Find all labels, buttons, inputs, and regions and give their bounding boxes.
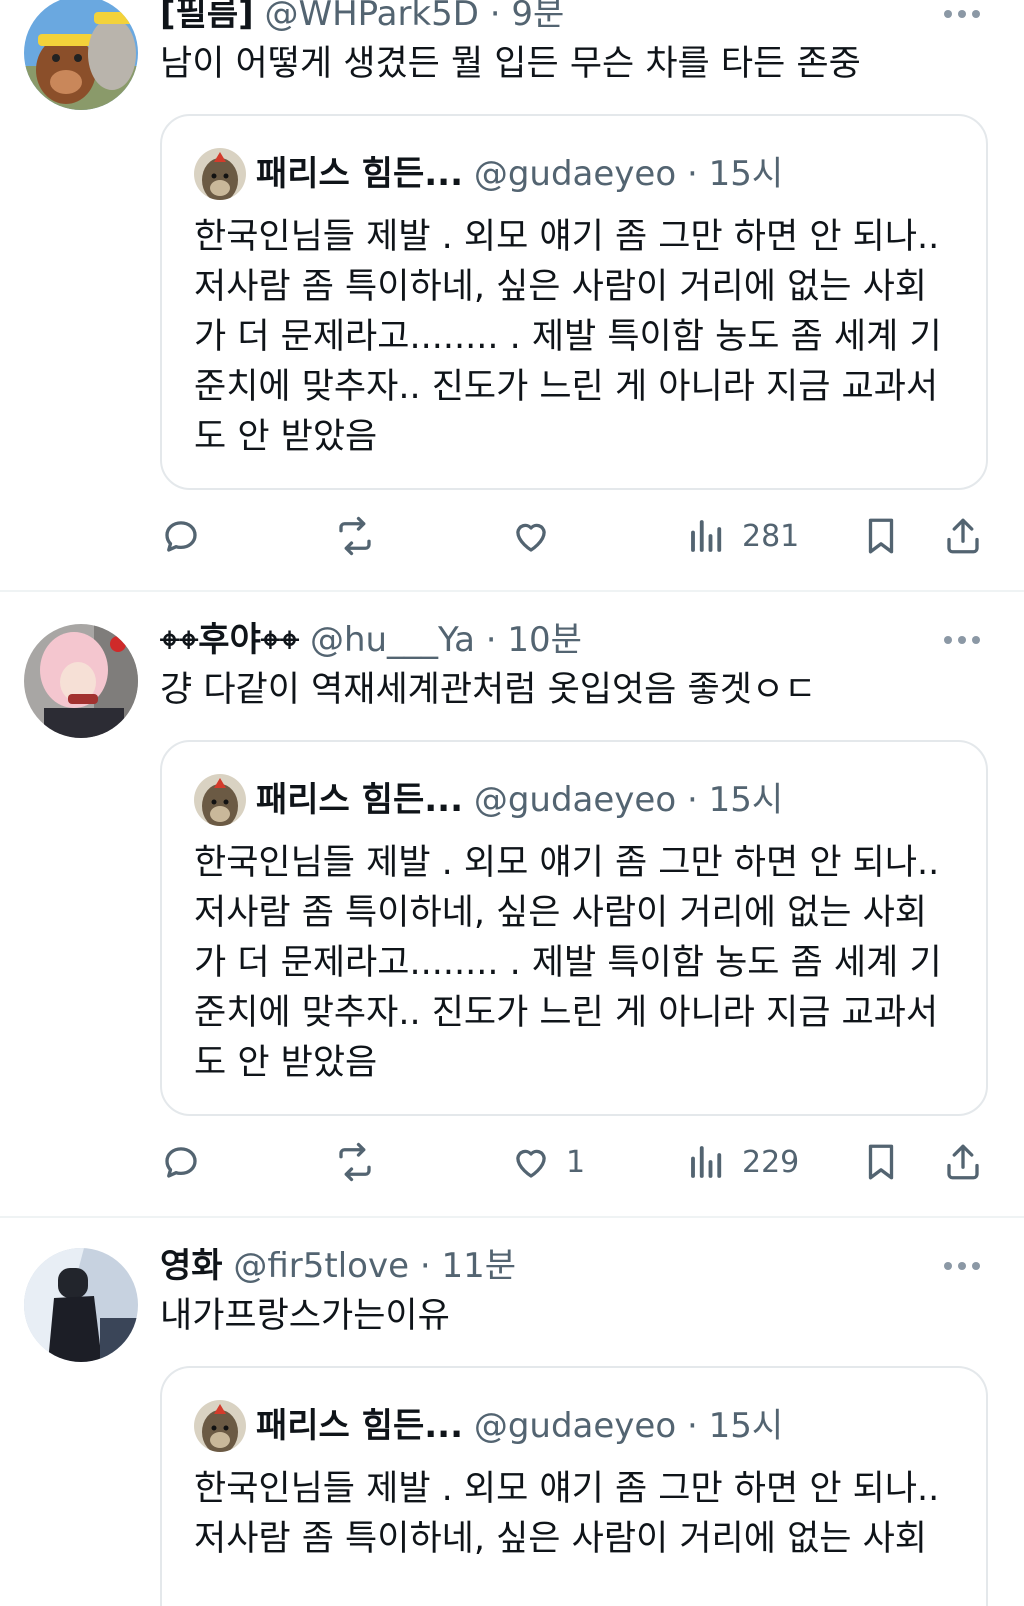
quoted-timestamp: 15시 bbox=[708, 780, 784, 820]
repost-icon bbox=[339, 1142, 371, 1182]
quoted-avatar bbox=[194, 148, 246, 200]
avatar[interactable] bbox=[24, 1248, 138, 1362]
quoted-avatar bbox=[194, 1400, 246, 1452]
quoted-text-line: 한국인님들 제발 . 외모 얘기 좀 그만 하면 안 되나.. bbox=[194, 843, 940, 883]
tweet-header: ⌖⌖후야⌖⌖ @hu___Ya · 10분 bbox=[160, 620, 944, 660]
user-handle[interactable]: @hu___Ya bbox=[310, 620, 475, 660]
views-icon bbox=[691, 1146, 722, 1178]
views-button[interactable]: 229 bbox=[686, 1132, 799, 1192]
share-button[interactable] bbox=[942, 506, 984, 566]
like-button[interactable]: 1 bbox=[510, 1132, 585, 1192]
more-dots-icon[interactable] bbox=[942, 630, 982, 650]
views-button[interactable]: 281 bbox=[686, 506, 799, 566]
reply-button[interactable] bbox=[160, 506, 216, 566]
display-name[interactable]: ⌖⌖후야⌖⌖ bbox=[160, 620, 299, 660]
separator: · bbox=[686, 154, 698, 194]
quoted-display-name: 패리스 힘든... bbox=[256, 780, 463, 820]
tweet-text: 남이 어떻게 생겼든 뭘 입든 무슨 차를 타든 존중 bbox=[160, 44, 861, 84]
reply-icon bbox=[165, 521, 197, 552]
quoted-header: 패리스 힘든... @gudaeyeo · 15시 bbox=[256, 778, 783, 822]
quoted-text-line: 가 더 문제라고........ . 제발 특이함 농도 좀 세계 기 bbox=[194, 943, 942, 983]
tweet[interactable]: 영화 @fir5tlove · 11분 내가프랑스가는이유 패리스 힘든... … bbox=[0, 1218, 1024, 1606]
quoted-text-line: 저사람 좀 특이하네, 싶은 사람이 거리에 없는 사회 bbox=[194, 893, 928, 933]
timestamp[interactable]: 10분 bbox=[507, 620, 582, 660]
avatar[interactable] bbox=[24, 0, 138, 110]
views-icon bbox=[691, 520, 722, 552]
separator: · bbox=[485, 620, 497, 660]
bookmark-button[interactable] bbox=[860, 506, 902, 566]
share-icon bbox=[947, 518, 979, 554]
share-icon bbox=[947, 1144, 979, 1180]
separator: · bbox=[686, 780, 698, 820]
avatar[interactable] bbox=[24, 624, 138, 738]
quoted-text-line: 저사람 좀 특이하네, 싶은 사람이 거리에 없는 사회 bbox=[194, 267, 928, 307]
quoted-text-line: 준치에 맞추자.. 진도가 느린 게 아니라 지금 교과서 bbox=[194, 993, 939, 1033]
quoted-timestamp: 15시 bbox=[708, 154, 784, 194]
repost-button[interactable] bbox=[334, 506, 390, 566]
timestamp[interactable]: 9분 bbox=[511, 0, 564, 34]
quoted-handle: @gudaeyeo bbox=[473, 1406, 677, 1446]
more-dots-icon[interactable] bbox=[942, 4, 982, 24]
quoted-display-name: 패리스 힘든... bbox=[256, 154, 463, 194]
separator: · bbox=[686, 1406, 698, 1446]
quoted-display-name: 패리스 힘든... bbox=[256, 1406, 463, 1446]
quoted-handle: @gudaeyeo bbox=[473, 154, 677, 194]
quoted-tweet[interactable]: 패리스 힘든... @gudaeyeo · 15시 한국인님들 제발 . 외모 … bbox=[160, 740, 988, 1116]
display-name[interactable]: [필름] bbox=[160, 0, 254, 34]
repost-button[interactable] bbox=[334, 1132, 390, 1192]
quoted-avatar bbox=[194, 774, 246, 826]
repost-icon bbox=[339, 516, 371, 556]
quoted-header: 패리스 힘든... @gudaeyeo · 15시 bbox=[256, 152, 783, 196]
reply-icon bbox=[165, 1147, 197, 1178]
quoted-text-line: 도 안 받았음 bbox=[194, 1043, 378, 1083]
quoted-tweet[interactable]: 패리스 힘든... @gudaeyeo · 15시 한국인님들 제발 . 외모 … bbox=[160, 114, 988, 490]
separator: · bbox=[489, 0, 501, 34]
display-name[interactable]: 영화 bbox=[160, 1246, 223, 1286]
quoted-handle: @gudaeyeo bbox=[473, 780, 677, 820]
like-count: 1 bbox=[566, 1144, 586, 1180]
bookmark-button[interactable] bbox=[860, 1132, 902, 1192]
tweet-header: [필름] @WHPark5D · 9분 bbox=[160, 0, 944, 34]
tweet-header: 영화 @fir5tlove · 11분 bbox=[160, 1246, 944, 1286]
views-count: 229 bbox=[742, 1144, 800, 1180]
quoted-timestamp: 15시 bbox=[708, 1406, 784, 1446]
more-dots-icon[interactable] bbox=[942, 1256, 982, 1276]
action-bar: 281 bbox=[0, 506, 1024, 566]
bookmark-icon bbox=[868, 518, 894, 554]
user-handle[interactable]: @WHPark5D bbox=[264, 0, 478, 34]
quoted-header: 패리스 힘든... @gudaeyeo · 15시 bbox=[256, 1404, 783, 1448]
separator: · bbox=[419, 1246, 431, 1286]
quoted-text-line: 준치에 맞추자.. 진도가 느린 게 아니라 지금 교과서 bbox=[194, 367, 939, 407]
heart-icon bbox=[516, 1149, 546, 1178]
reply-button[interactable] bbox=[160, 1132, 216, 1192]
share-button[interactable] bbox=[942, 1132, 984, 1192]
quoted-text-line: 한국인님들 제발 . 외모 얘기 좀 그만 하면 안 되나.. bbox=[194, 1469, 940, 1509]
tweet[interactable]: ⌖⌖후야⌖⌖ @hu___Ya · 10분 걍 다같이 역재세계관처럼 옷입엇음… bbox=[0, 592, 1024, 1218]
views-count: 281 bbox=[742, 518, 800, 554]
action-bar: 1 229 bbox=[0, 1132, 1024, 1192]
bookmark-icon bbox=[868, 1144, 894, 1180]
quoted-text-line: 도 안 받았음 bbox=[194, 417, 378, 457]
like-button[interactable] bbox=[510, 506, 566, 566]
quoted-text-line: 가 더 문제라고........ . 제발 특이함 농도 좀 세계 기 bbox=[194, 317, 942, 357]
quoted-tweet[interactable]: 패리스 힘든... @gudaeyeo · 15시 한국인님들 제발 . 외모 … bbox=[160, 1366, 988, 1606]
quoted-text: 한국인님들 제발 . 외모 얘기 좀 그만 하면 안 되나.. 저사람 좀 특이… bbox=[194, 1464, 974, 1564]
tweet[interactable]: [필름] @WHPark5D · 9분 남이 어떻게 생겼든 뭘 입든 무슨 차… bbox=[0, 0, 1024, 592]
tweet-text: 내가프랑스가는이유 bbox=[160, 1296, 450, 1336]
tweet-text: 걍 다같이 역재세계관처럼 옷입엇음 좋겟ㅇㄷ bbox=[160, 670, 817, 710]
timestamp[interactable]: 11분 bbox=[441, 1246, 516, 1286]
heart-icon bbox=[516, 523, 546, 552]
quoted-text-line: 저사람 좀 특이하네, 싶은 사람이 거리에 없는 사회 bbox=[194, 1519, 928, 1559]
quoted-text: 한국인님들 제발 . 외모 얘기 좀 그만 하면 안 되나.. 저사람 좀 특이… bbox=[194, 212, 974, 462]
user-handle[interactable]: @fir5tlove bbox=[233, 1246, 409, 1286]
quoted-text-line: 한국인님들 제발 . 외모 얘기 좀 그만 하면 안 되나.. bbox=[194, 217, 940, 257]
quoted-text: 한국인님들 제발 . 외모 얘기 좀 그만 하면 안 되나.. 저사람 좀 특이… bbox=[194, 838, 974, 1088]
